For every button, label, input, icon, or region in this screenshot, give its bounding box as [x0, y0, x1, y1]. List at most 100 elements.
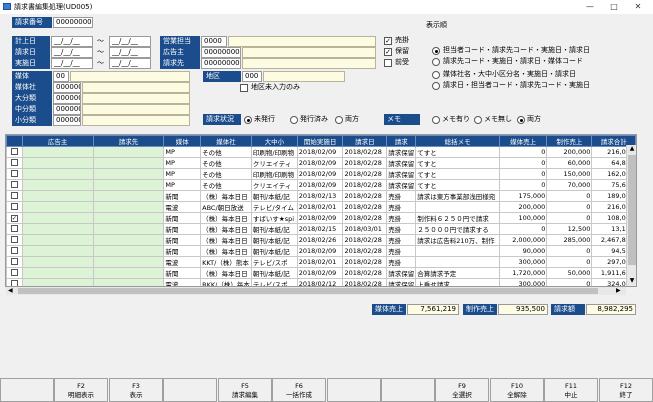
- memo-radio-yes[interactable]: [432, 116, 440, 124]
- shobunrui-code[interactable]: 000000: [53, 115, 81, 126]
- horizontal-scrollbar[interactable]: ◀ ▶: [6, 287, 626, 295]
- checkbox-icon[interactable]: [10, 224, 18, 232]
- checkbox-icon[interactable]: [10, 191, 18, 199]
- keijobi-from[interactable]: __/__/__: [51, 36, 93, 47]
- sort-option-radio[interactable]: [432, 82, 440, 90]
- invoice-no-field[interactable]: 00000000: [53, 17, 93, 28]
- hscroll-thumb[interactable]: [18, 288, 598, 294]
- chubunrui-code[interactable]: 000000: [53, 104, 81, 115]
- function-key-button[interactable]: F5 請求編集: [218, 378, 272, 402]
- row-checkbox[interactable]: [6, 190, 23, 202]
- checkbox-icon[interactable]: [10, 279, 18, 286]
- seikyubi-from[interactable]: __/__/__: [51, 47, 93, 58]
- row-checkbox[interactable]: [6, 256, 23, 268]
- column-header[interactable]: 媒体: [163, 135, 202, 147]
- row-checkbox[interactable]: [6, 278, 23, 286]
- checkbox-icon[interactable]: [10, 235, 18, 243]
- seikyusaki-code[interactable]: 000000000: [201, 58, 241, 69]
- row-checkbox[interactable]: [6, 168, 23, 180]
- column-header[interactable]: 媒体売上: [499, 135, 548, 147]
- keijobi-to[interactable]: __/__/__: [109, 36, 151, 47]
- table-row[interactable]: 新聞 （株）毎本日日 朝刊/本紙/記 2018/02/13 2018/02/28 売掛 請求…: [6, 190, 636, 202]
- table-row[interactable]: 新聞 （株）毎本日日 朝刊/本紙/記 2018/02/09 2018/02/28 売掛 90…: [6, 245, 636, 257]
- invoice-table[interactable]: 広告主 請求先 媒体 媒体社 大中小 開始実施日 請求日 請求 総括メモ 媒体売上 制作売上 請求合計…: [5, 134, 637, 287]
- checkbox-icon[interactable]: [10, 257, 18, 265]
- eigyo-code[interactable]: 0000: [201, 36, 227, 47]
- function-key-button[interactable]: [327, 378, 381, 402]
- table-row[interactable]: 電波 RKK/（株）毎本 テレビ/スポ 2018/02/12 2018/02/28 請求保…: [6, 278, 636, 286]
- column-header[interactable]: 媒体社: [200, 135, 252, 147]
- maximize-icon[interactable]: □: [606, 1, 622, 13]
- checkbox-icon[interactable]: [10, 169, 18, 177]
- checkbox-icon[interactable]: [10, 180, 18, 188]
- table-row[interactable]: 新聞 （株）毎本日日 朝刊/本紙/記 2018/02/15 2018/03/01 売掛 ２５…: [6, 223, 636, 235]
- scroll-up-icon[interactable]: ▲: [628, 145, 636, 153]
- scroll-thumb[interactable]: [628, 155, 636, 265]
- column-header[interactable]: 総括メモ: [415, 135, 501, 147]
- vertical-scrollbar[interactable]: ▲ ▼: [626, 145, 636, 286]
- jisshibi-to[interactable]: __/__/__: [109, 58, 151, 69]
- column-header[interactable]: 請求先: [92, 135, 165, 147]
- table-row[interactable]: ✓ 新聞 （株）毎本日日 すばいす★spi 2018/02/09 2018/02/28 売掛…: [6, 212, 636, 224]
- sort-option-radio[interactable]: [432, 58, 440, 66]
- table-row[interactable]: MP その他 印刷物/印刷物 2018/02/09 2018/02/28 請求保留 てすと 0…: [6, 146, 636, 158]
- row-checkbox[interactable]: [6, 201, 23, 213]
- chiku-unentered-checkbox[interactable]: [240, 84, 248, 92]
- status-radio-unissued[interactable]: [244, 116, 252, 124]
- checkbox-icon[interactable]: [10, 202, 18, 210]
- function-key-button[interactable]: F12 終了: [599, 378, 653, 402]
- hokan-checkbox[interactable]: ✓: [384, 48, 392, 56]
- scroll-left-icon[interactable]: ◀: [8, 287, 13, 294]
- column-header[interactable]: 大中小: [250, 135, 298, 147]
- function-key-button[interactable]: F2 明細表示: [54, 378, 108, 402]
- minimize-icon[interactable]: —: [582, 1, 598, 13]
- row-checkbox[interactable]: ✓: [6, 212, 23, 224]
- function-key-button[interactable]: F6 一括作成: [272, 378, 326, 402]
- row-checkbox[interactable]: [6, 146, 23, 158]
- row-checkbox[interactable]: [6, 157, 23, 169]
- memo-radio-no[interactable]: [474, 116, 482, 124]
- scroll-right-icon[interactable]: ▶: [616, 287, 621, 294]
- status-radio-both[interactable]: [335, 116, 343, 124]
- chiku-code[interactable]: 000: [242, 71, 262, 82]
- checkbox-icon[interactable]: [10, 246, 18, 254]
- row-checkbox[interactable]: [6, 234, 23, 246]
- column-header[interactable]: 請求: [386, 135, 417, 147]
- seikyubi-to[interactable]: __/__/__: [109, 47, 151, 58]
- function-key-button[interactable]: F11 中止: [544, 378, 598, 402]
- row-checkbox[interactable]: [6, 223, 23, 235]
- scroll-down-icon[interactable]: ▼: [628, 277, 636, 285]
- row-checkbox[interactable]: [6, 267, 23, 279]
- daibunrui-code[interactable]: 000000: [53, 93, 81, 104]
- table-row[interactable]: MP その他 印刷物/印刷物 2018/02/09 2018/02/28 請求保留 てすと 0…: [6, 168, 636, 180]
- table-row[interactable]: MP その他 クリエイティ 2018/02/09 2018/02/28 請求保留 てすと 0 6…: [6, 157, 636, 169]
- column-header[interactable]: 請求日: [342, 135, 388, 147]
- function-key-button[interactable]: [163, 378, 217, 402]
- close-icon[interactable]: ✕: [630, 1, 646, 13]
- table-row[interactable]: MP その他 クリエイティ 2018/02/09 2018/02/28 請求保留 てすと 0 7…: [6, 179, 636, 191]
- column-header[interactable]: 開始実施日: [296, 135, 344, 147]
- status-radio-issued[interactable]: [290, 116, 298, 124]
- column-header[interactable]: 広告主: [21, 135, 94, 147]
- column-header[interactable]: 制作売上: [546, 135, 593, 147]
- urikake-checkbox[interactable]: ✓: [384, 37, 392, 45]
- checkbox-icon[interactable]: [10, 147, 18, 155]
- checkbox-icon[interactable]: ✓: [10, 215, 18, 222]
- function-key-button[interactable]: F3 表示: [109, 378, 163, 402]
- function-key-button[interactable]: [0, 378, 54, 402]
- table-row[interactable]: 新聞 （株）毎本日日 朝刊/本紙/記 2018/02/09 2018/02/28 請求保留…: [6, 267, 636, 279]
- maeuke-checkbox[interactable]: [384, 59, 392, 67]
- function-key-button[interactable]: F10 全解除: [490, 378, 544, 402]
- table-row[interactable]: 電波 KKT/（株）熊本 テレビ/スポ 2018/02/01 2018/02/28 売掛 3…: [6, 256, 636, 268]
- koukoku-code[interactable]: 000000000: [201, 47, 241, 58]
- jisshibi-from[interactable]: __/__/__: [51, 58, 93, 69]
- baitai-code[interactable]: 00: [53, 71, 69, 82]
- sort-option-radio[interactable]: [432, 47, 440, 55]
- row-checkbox[interactable]: [6, 245, 23, 257]
- table-row[interactable]: 新聞 （株）毎本日日 朝刊/本紙/記 2018/02/26 2018/02/28 売掛 請求…: [6, 234, 636, 246]
- function-key-button[interactable]: [381, 378, 435, 402]
- row-checkbox[interactable]: [6, 179, 23, 191]
- memo-radio-both[interactable]: [517, 116, 525, 124]
- sort-option-radio[interactable]: [432, 71, 440, 79]
- table-row[interactable]: 電波 ABC/朝日放送 テレビ/タイム 2018/02/01 2018/02/28 売掛 2…: [6, 201, 636, 213]
